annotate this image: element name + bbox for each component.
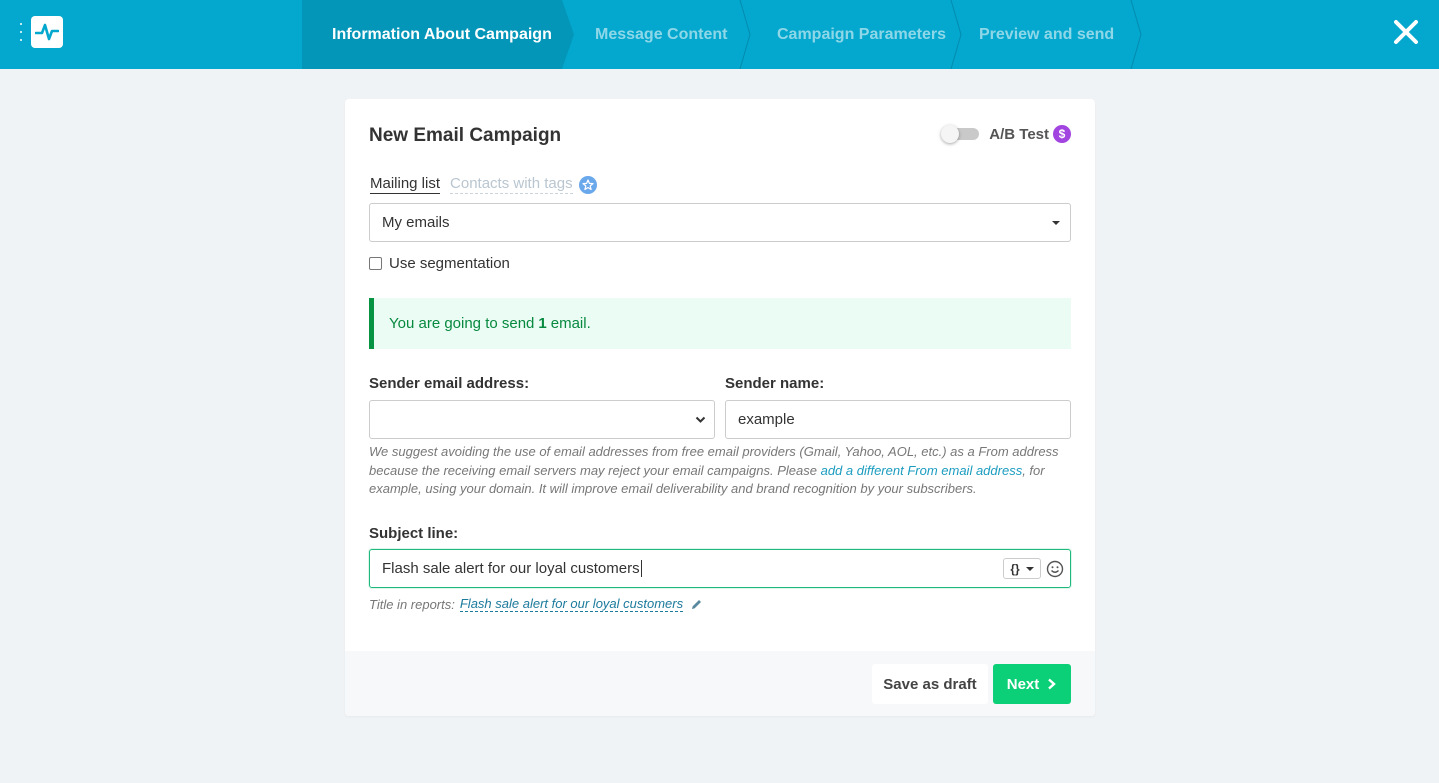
step-separator-icon xyxy=(1130,0,1142,69)
sender-name-value: example xyxy=(738,411,795,428)
step-preview-and-send[interactable]: Preview and send xyxy=(962,0,1142,69)
subject-line-label: Subject line: xyxy=(369,525,459,542)
premium-dollar-icon: $ xyxy=(1053,125,1071,143)
send-count-notice: You are going to send 1 email. xyxy=(369,298,1071,349)
use-segmentation-label[interactable]: Use segmentation xyxy=(389,255,510,272)
notice-suffix: email. xyxy=(550,315,591,332)
subject-line-value: Flash sale alert for our loyal customers xyxy=(382,560,640,577)
close-icon[interactable] xyxy=(1393,19,1419,45)
step-message-content[interactable]: Message Content xyxy=(574,0,751,69)
campaign-form-card: New Email Campaign A/B Test $ Mailing li… xyxy=(345,99,1095,716)
caret-down-icon xyxy=(1025,566,1034,571)
report-title-row: Title in reports: Flash sale alert for o… xyxy=(369,596,703,612)
sender-email-select[interactable] xyxy=(369,400,715,439)
text-cursor xyxy=(640,560,642,577)
mailing-list-value: My emails xyxy=(382,214,450,231)
chevron-down-icon xyxy=(695,416,706,423)
caret-down-icon xyxy=(1052,221,1060,225)
subject-line-input[interactable]: Flash sale alert for our loyal customers… xyxy=(369,549,1071,588)
chevron-right-icon xyxy=(1048,678,1057,690)
notice-count: 1 xyxy=(538,315,547,332)
insert-variable-button[interactable]: {} xyxy=(1003,558,1041,579)
step-separator-icon xyxy=(739,0,751,69)
segmentation-option: Use segmentation xyxy=(369,255,510,272)
step-separator-icon xyxy=(950,0,962,69)
ab-test-label: A/B Test xyxy=(989,125,1049,143)
step-label: Preview and send xyxy=(979,25,1115,43)
sender-name-label: Sender name: xyxy=(725,375,825,392)
report-title-link[interactable]: Flash sale alert for our loyal customers xyxy=(459,596,684,612)
step-label: Message Content xyxy=(595,25,728,43)
mailing-list-select[interactable]: My emails xyxy=(369,203,1071,242)
pulse-logo-icon xyxy=(35,23,59,41)
tab-mailing-list[interactable]: Mailing list xyxy=(370,175,441,194)
tab-contacts-with-tags[interactable]: Contacts with tags xyxy=(450,175,573,194)
sender-name-field[interactable]: example xyxy=(725,400,1071,439)
use-segmentation-checkbox[interactable] xyxy=(369,257,382,270)
page-title: New Email Campaign xyxy=(369,125,562,146)
step-information-about-campaign[interactable]: Information About Campaign xyxy=(302,0,574,69)
pencil-icon[interactable] xyxy=(690,598,703,611)
report-title-label: Title in reports: xyxy=(369,596,455,612)
top-navigation-bar: Information About Campaign Message Conte… xyxy=(0,0,1439,69)
recipient-source-tabs: Mailing list Contacts with tags xyxy=(370,175,597,194)
emoji-icon[interactable] xyxy=(1046,560,1064,578)
next-button[interactable]: Next xyxy=(993,664,1071,704)
sender-email-label: Sender email address: xyxy=(369,375,530,392)
braces-icon: {} xyxy=(1010,561,1020,576)
notice-prefix: You are going to send xyxy=(389,315,535,332)
menu-dots-icon[interactable] xyxy=(19,23,23,41)
step-campaign-parameters[interactable]: Campaign Parameters xyxy=(751,0,962,69)
form-footer: Save as draft Next xyxy=(345,651,1095,716)
campaign-steps: Information About Campaign Message Conte… xyxy=(302,0,1142,69)
step-label: Information About Campaign xyxy=(332,25,552,43)
save-as-draft-button[interactable]: Save as draft xyxy=(872,664,988,704)
app-logo[interactable] xyxy=(31,16,63,48)
ab-test-toggle[interactable] xyxy=(941,125,980,143)
add-from-email-link[interactable]: add a different From email address xyxy=(821,463,1023,478)
premium-star-icon xyxy=(578,175,597,194)
step-label: Campaign Parameters xyxy=(777,25,946,43)
ab-test-control: A/B Test $ xyxy=(941,125,1071,143)
sender-email-hint: We suggest avoiding the use of email add… xyxy=(369,443,1069,499)
next-label: Next xyxy=(1006,675,1040,693)
